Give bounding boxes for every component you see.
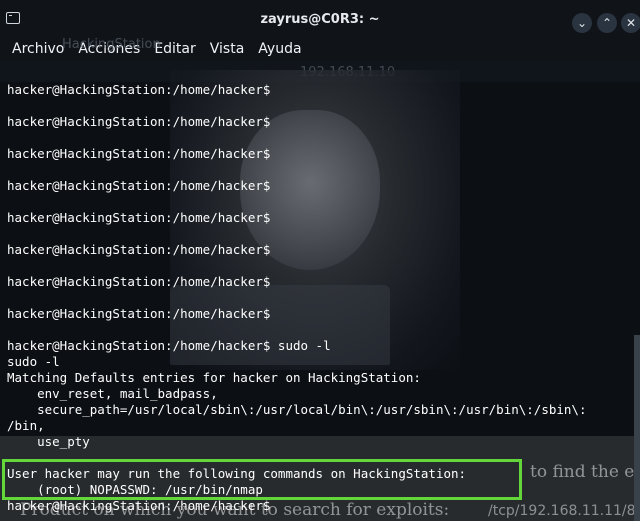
terminal-line: hacker@HackingStation:/home/hacker$ bbox=[7, 210, 271, 225]
terminal-line: use_pty bbox=[7, 434, 90, 449]
terminal-line: hacker@HackingStation:/home/hacker$ bbox=[7, 242, 271, 257]
terminal-line: secure_path=/usr/local/sbin\:/usr/local/… bbox=[7, 402, 587, 417]
minimize-icon: ⌄ bbox=[576, 16, 588, 30]
terminal-line: Matching Defaults entries for hacker on … bbox=[7, 370, 421, 385]
close-button[interactable]: ✕ bbox=[621, 13, 640, 33]
maximize-button[interactable]: ⌃ bbox=[597, 13, 617, 33]
terminal-line: hacker@HackingStation:/home/hacker$ bbox=[7, 306, 271, 321]
background-tab-label: HackingStation bbox=[62, 37, 161, 52]
terminal-line: env_reset, mail_badpass, bbox=[7, 386, 218, 401]
window-title: zayrus@C0R3: ~ bbox=[260, 12, 380, 27]
maximize-icon: ⌃ bbox=[601, 16, 613, 30]
terminal-line: hacker@HackingStation:/home/hacker$ bbox=[7, 274, 271, 289]
terminal-line: hacker@HackingStation:/home/hacker$ bbox=[7, 146, 271, 161]
minimize-button[interactable]: ⌄ bbox=[572, 13, 592, 33]
close-icon: ✕ bbox=[625, 16, 637, 30]
terminal-line: hacker@HackingStation:/home/hacker$ bbox=[7, 114, 271, 129]
scrollbar[interactable] bbox=[634, 335, 640, 521]
terminal-line: hacker@HackingStation:/home/hacker$ bbox=[7, 178, 271, 193]
window-titlebar: zayrus@C0R3: ~ ⌄ ⌃ ✕ bbox=[0, 0, 640, 36]
terminal-output[interactable]: hacker@HackingStation:/home/hacker$ hacke… bbox=[0, 82, 640, 521]
terminal-line: hacker@HackingStation:/home/hacker$ bbox=[7, 498, 271, 513]
terminal-line: hacker@HackingStation:/home/hacker$ bbox=[7, 82, 271, 97]
menu-ayuda[interactable]: Ayuda bbox=[258, 41, 301, 57]
terminal-line: /bin, bbox=[7, 418, 45, 433]
menu-vista[interactable]: Vista bbox=[210, 41, 245, 57]
menu-archivo[interactable]: Archivo bbox=[12, 41, 64, 57]
highlight-box bbox=[2, 459, 522, 500]
terminal-line: hacker@HackingStation:/home/hacker$ sudo… bbox=[7, 338, 331, 353]
terminal-line: sudo -l bbox=[7, 354, 60, 369]
